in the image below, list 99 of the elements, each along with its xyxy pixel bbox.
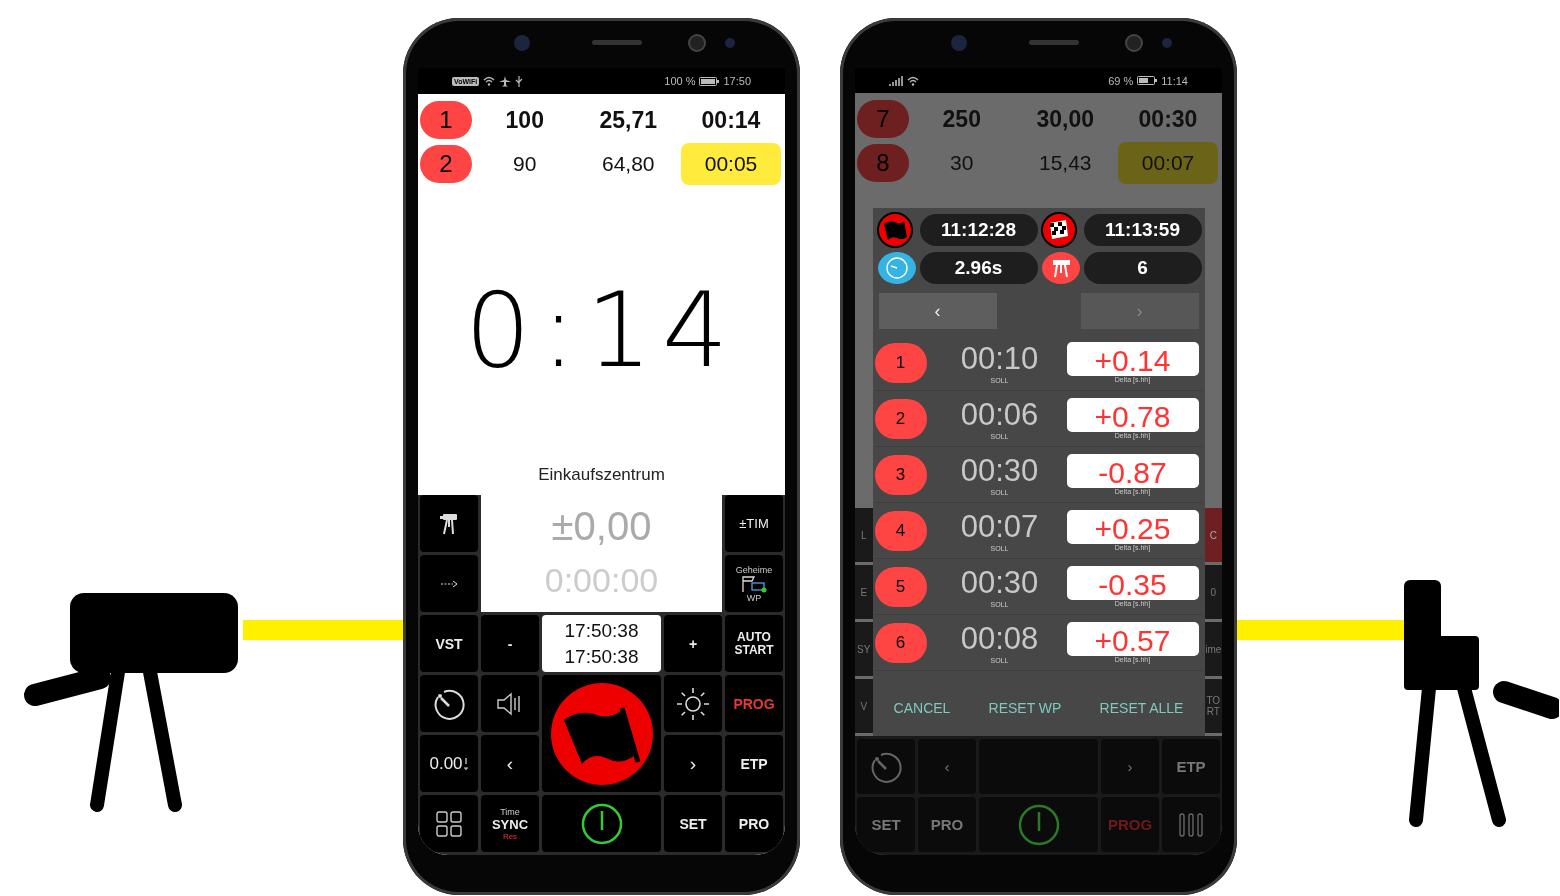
target-time: 00:30 [960, 565, 1039, 601]
waypoint-count: 6 [1083, 252, 1202, 284]
clock-time: 17:50:38 [564, 619, 639, 642]
distance-value: 90 [512, 152, 538, 176]
waypoint-badge: 2 [874, 398, 927, 439]
speed-value: 30,00 [1035, 105, 1096, 133]
partial-key-label: V [855, 679, 873, 733]
prog-button[interactable]: PROG [725, 675, 783, 732]
delta-field[interactable]: +0.78 [1066, 398, 1199, 432]
speed-value: 25,71 [598, 106, 659, 134]
clock-time: 17:50:38 [564, 645, 639, 668]
target-time: 00:10 [960, 341, 1039, 377]
waypoint-badge: 6 [874, 622, 927, 663]
delta-field[interactable]: +0.57 [1066, 622, 1199, 656]
delta-field[interactable]: +0.25 [1066, 510, 1199, 544]
tripod-icon[interactable] [439, 512, 459, 535]
distance-value: 250 [941, 105, 982, 133]
etp-button[interactable]: ETP [725, 735, 783, 792]
time-value: 00:07 [1118, 142, 1218, 185]
waypoint-badge: 5 [874, 566, 927, 607]
vst-button[interactable]: VST [420, 615, 478, 672]
plus-button[interactable]: + [664, 615, 722, 672]
tripod-button[interactable] [420, 495, 478, 552]
signal-icon [889, 75, 903, 86]
speed-value: 15,43 [1037, 151, 1093, 176]
partial-key-label: SY [855, 622, 873, 676]
target-time: 00:08 [960, 621, 1039, 657]
status-time: 11:14 [1161, 74, 1188, 87]
time-value: 00:05 [681, 143, 781, 185]
waypoint-badge: 4 [874, 510, 927, 551]
decimals-button[interactable]: 0.00 [420, 735, 478, 792]
usb-icon [515, 75, 524, 87]
sun-icon[interactable] [676, 686, 710, 721]
interval-value: 2.96s [919, 252, 1038, 284]
target-time: 00:07 [960, 509, 1039, 545]
battery-percent: 69 % [1108, 74, 1134, 87]
number-badge: 8 [857, 144, 909, 183]
wifi-icon [483, 76, 496, 86]
power-icon[interactable] [580, 802, 623, 845]
tripod-icon [1040, 251, 1081, 285]
pro-button[interactable]: PRO [918, 797, 976, 852]
flag-box-icon[interactable] [740, 574, 768, 593]
start-time: 11:12:28 [919, 214, 1038, 246]
waypoint-badge: 3 [874, 454, 927, 495]
delta-field[interactable]: +0.14 [1066, 342, 1199, 376]
number-badge: 2 [420, 145, 472, 183]
time-value: 00:30 [1137, 105, 1199, 133]
next-button[interactable]: › [664, 735, 722, 792]
set-button[interactable]: SET [857, 797, 915, 852]
speed-value: 64,80 [600, 152, 656, 176]
dialog-action[interactable]: RESET WP [982, 699, 1068, 717]
airplane-icon [499, 75, 512, 87]
brightness-button[interactable] [664, 675, 722, 732]
minus-button[interactable]: - [481, 615, 539, 672]
fraction-mark-icon [462, 756, 469, 771]
dotted-arrow-icon[interactable] [441, 580, 457, 587]
target-time: 00:06 [960, 397, 1039, 433]
pro-button[interactable]: PRO [725, 795, 783, 852]
target-time: 00:30 [960, 453, 1039, 489]
time-value: 00:14 [700, 106, 762, 134]
number-badge: 1 [420, 101, 472, 139]
battery-percent: 100 % [664, 75, 696, 87]
countdown-clock: 0:14 [464, 268, 739, 391]
tim-button[interactable]: ±TIM [725, 495, 783, 552]
status-time: 17:50 [723, 75, 751, 87]
auto-start-button[interactable]: AUTO START [725, 615, 783, 672]
battery-icon [1137, 76, 1158, 86]
menu-button[interactable] [420, 795, 478, 852]
next-button[interactable]: › [1101, 739, 1159, 794]
distance-value: 30 [949, 151, 975, 176]
battery-icon [699, 76, 720, 86]
bars-icon[interactable] [1178, 811, 1204, 838]
distance-value: 100 [504, 106, 545, 134]
dialog-action[interactable]: RESET ALLE [1093, 699, 1190, 717]
clock-icon [876, 251, 917, 285]
start-flag-icon [876, 212, 913, 248]
waypoint-badge: 1 [874, 342, 927, 383]
offset-value: ±0,00 [551, 504, 652, 549]
timer-button[interactable] [420, 675, 478, 732]
dialog-action[interactable]: CANCEL [887, 699, 957, 717]
delta-field[interactable]: -0.87 [1066, 454, 1199, 488]
previous-button[interactable]: ‹ [878, 293, 997, 329]
grid-icon[interactable] [436, 810, 462, 837]
power-button[interactable] [542, 795, 661, 852]
time-sync-button[interactable]: Time SYNC Res [481, 795, 539, 852]
number-badge: 7 [857, 100, 909, 139]
finish-time: 11:13:59 [1083, 214, 1202, 246]
set-button[interactable]: SET [664, 795, 722, 852]
previous-button[interactable]: ‹ [481, 735, 539, 792]
sound-button[interactable] [481, 675, 539, 732]
delta-field[interactable]: -0.35 [1066, 566, 1199, 600]
wifi-icon [907, 75, 919, 86]
previous-button[interactable]: ‹ [918, 739, 976, 794]
secret-waypoint-button[interactable]: Geheime WP [725, 555, 783, 612]
partial-key-label: E [855, 565, 873, 619]
location-label: Einkaufszentrum [538, 465, 665, 484]
partial-key-label: L [855, 508, 873, 562]
etp-button[interactable]: ETP [1162, 739, 1220, 794]
checkered-flag-icon [1040, 212, 1077, 248]
